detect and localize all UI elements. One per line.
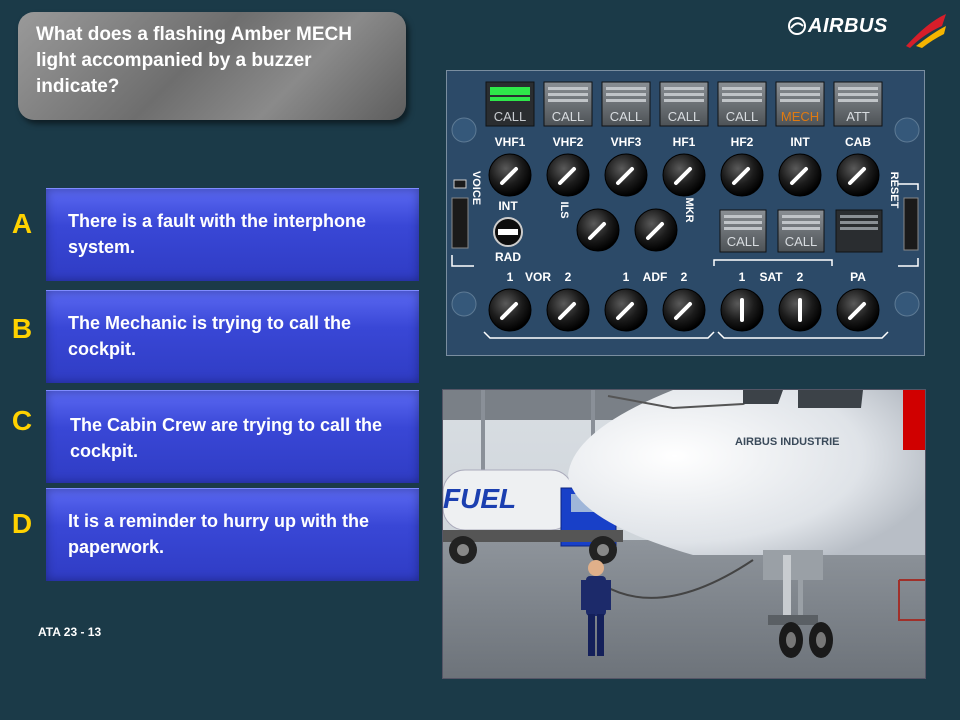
channel-label-hf1: HF1 [673, 135, 696, 149]
volume-knob-vor1[interactable] [488, 288, 532, 332]
screw-icon [451, 117, 477, 143]
volume-knob-pa[interactable] [836, 288, 880, 332]
volume-knob-int[interactable] [778, 153, 822, 197]
pa-label: PA [850, 270, 866, 284]
screw-icon [894, 117, 920, 143]
call-button-sat1[interactable]: CALL [719, 209, 767, 253]
logo-text: AIRBUS [808, 15, 888, 37]
aircraft-photo: FUEL AIRBUS INDUSTRIE [442, 389, 926, 679]
question-text: What does a flashing Amber MECH light ac… [36, 24, 352, 97]
aircraft-text: AIRBUS INDUSTRIE [735, 436, 840, 448]
call-button-vhf3[interactable]: CALL [601, 81, 651, 127]
sat-1-label: 1 [739, 270, 746, 284]
volume-knob-mkr[interactable] [634, 208, 678, 252]
call-label-sat2: CALL [785, 234, 818, 249]
reset-label: RESET [888, 172, 900, 209]
screw-icon [451, 291, 477, 317]
call-button-sat2[interactable]: CALL [777, 209, 825, 253]
call-button-hf1[interactable]: CALL [659, 81, 709, 127]
fuel-text: FUEL [443, 483, 516, 514]
pa-button[interactable] [835, 209, 883, 253]
adf-2-label: 2 [681, 270, 688, 284]
int-label: INT [498, 199, 518, 213]
call-label-sat1: CALL [727, 234, 760, 249]
channel-label-vhf1: VHF1 [495, 135, 526, 149]
call-button-vhf1[interactable]: CALL [485, 81, 535, 127]
channel-label-int: INT [790, 135, 810, 149]
volume-knob-cab[interactable] [836, 153, 880, 197]
adf-label: ADF [643, 270, 668, 284]
channel-label-vhf2: VHF2 [553, 135, 584, 149]
volume-knob-hf1[interactable] [662, 153, 706, 197]
channel-label-hf2: HF2 [731, 135, 754, 149]
volume-knob-vhf1[interactable] [488, 153, 532, 197]
call-label-hf1: CALL [668, 109, 701, 124]
answer-option-b[interactable]: The Mechanic is trying to call the cockp… [46, 290, 419, 383]
answer-letter-c: C [11, 405, 33, 436]
adf-1-label: 1 [623, 270, 630, 284]
volume-knob-ils[interactable] [576, 208, 620, 252]
volume-knob-sat2[interactable] [778, 288, 822, 332]
ata-reference: ATA 23 - 13 [38, 625, 102, 639]
question-box: What does a flashing Amber MECH light ac… [18, 12, 406, 120]
mkr-label: MKR [683, 197, 695, 222]
audio-control-panel: CALL CALL CALL CALL CALL MECH ATT VHF1 V… [445, 69, 926, 357]
rad-label: RAD [495, 250, 521, 264]
call-label-hf2: CALL [726, 109, 759, 124]
volume-knob-vhf3[interactable] [604, 153, 648, 197]
answer-text-d: It is a reminder to hurry up with the pa… [68, 511, 370, 557]
answer-letter-a: A [11, 208, 33, 239]
answer-option-a[interactable]: There is a fault with the interphone sys… [46, 188, 419, 281]
mech-button[interactable]: MECH [775, 81, 825, 127]
att-label: ATT [846, 109, 870, 124]
volume-knob-sat1[interactable] [720, 288, 764, 332]
voice-label: VOICE [470, 171, 482, 205]
answer-option-c[interactable]: The Cabin Crew are trying to call the co… [46, 390, 419, 483]
int-rad-switch[interactable] [493, 217, 523, 247]
vor-2-label: 2 [565, 270, 572, 284]
call-label-vhf1: CALL [494, 109, 527, 124]
channel-label-vhf3: VHF3 [611, 135, 642, 149]
channel-label-cab: CAB [845, 135, 871, 149]
call-label-vhf2: CALL [552, 109, 585, 124]
answer-text-a: There is a fault with the interphone sys… [68, 211, 367, 257]
call-label-vhf3: CALL [610, 109, 643, 124]
answer-option-d[interactable]: It is a reminder to hurry up with the pa… [46, 488, 419, 581]
volume-knob-vor2[interactable] [546, 288, 590, 332]
answer-letter-d: D [11, 508, 33, 539]
volume-knob-vhf2[interactable] [546, 153, 590, 197]
mech-label: MECH [781, 109, 819, 124]
vor-1-label: 1 [507, 270, 514, 284]
ils-label: ILS [558, 201, 570, 218]
vor-label: VOR [525, 270, 551, 284]
call-button-vhf2[interactable]: CALL [543, 81, 593, 127]
call-button-hf2[interactable]: CALL [717, 81, 767, 127]
sat-2-label: 2 [797, 270, 804, 284]
volume-knob-hf2[interactable] [720, 153, 764, 197]
volume-knob-adf2[interactable] [662, 288, 706, 332]
answer-text-c: The Cabin Crew are trying to call the co… [70, 415, 383, 461]
screw-icon [894, 291, 920, 317]
volume-knob-adf1[interactable] [604, 288, 648, 332]
answer-text-b: The Mechanic is trying to call the cockp… [68, 313, 352, 359]
answer-letter-b: B [11, 313, 33, 344]
att-button[interactable]: ATT [833, 81, 883, 127]
sat-label: SAT [759, 270, 783, 284]
